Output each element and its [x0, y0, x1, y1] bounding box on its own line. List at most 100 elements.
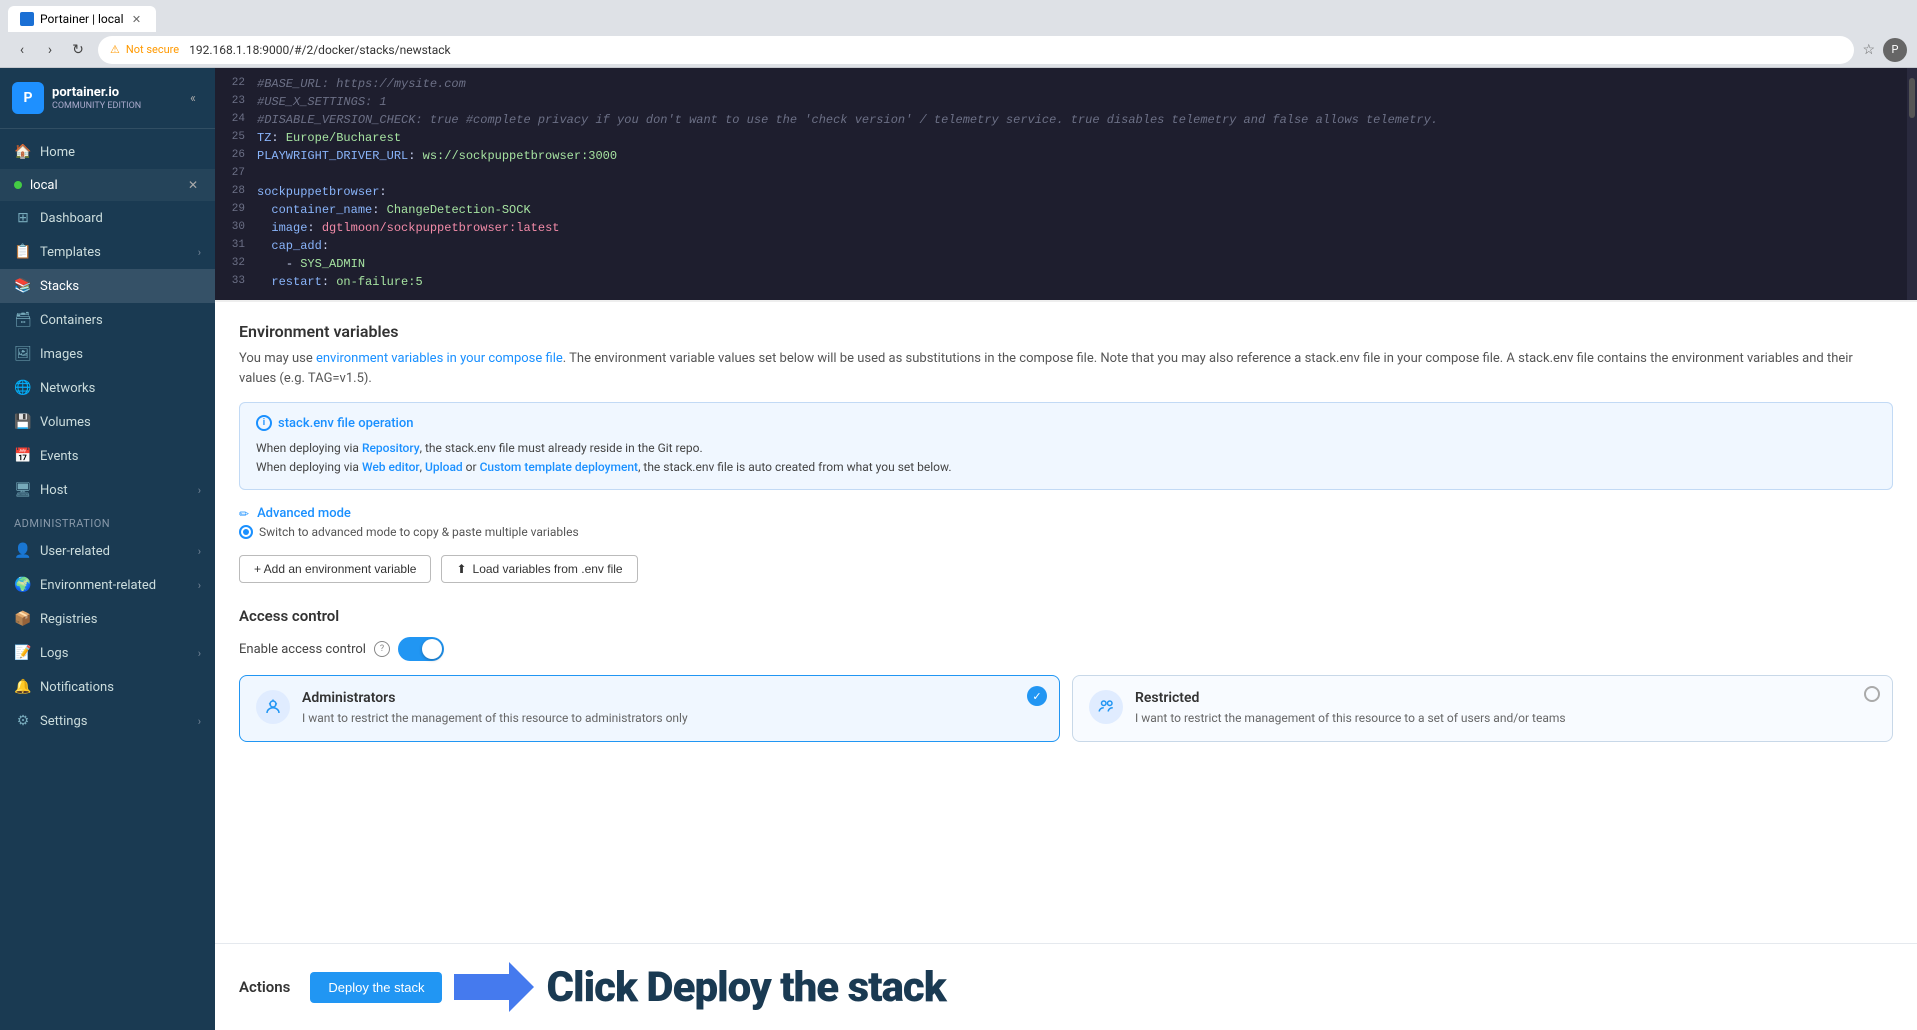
profile-icon[interactable]: P — [1883, 38, 1907, 62]
tab-close-button[interactable]: ✕ — [130, 12, 144, 26]
deploy-annotation: Deploy the stack Click Deploy the stack — [310, 962, 945, 1012]
templates-chevron-icon: › — [198, 246, 201, 259]
info-custom-template-link[interactable]: Custom template deployment — [480, 460, 639, 474]
line-number: 22 — [215, 77, 257, 89]
active-tab[interactable]: Portainer | local ✕ — [8, 6, 156, 32]
sidebar-item-events[interactable]: 📅 Events — [0, 439, 215, 473]
back-button[interactable]: ‹ — [10, 38, 34, 62]
logs-icon: 📝 — [14, 644, 32, 662]
info-line2-pre: When deploying via — [256, 460, 362, 474]
containers-icon: 🗃 — [14, 311, 32, 329]
environment-related-icon: 🌍 — [14, 576, 32, 594]
sidebar-item-label: Events — [40, 449, 78, 464]
advanced-mode-link[interactable]: Advanced mode — [257, 506, 351, 521]
volumes-icon: 💾 — [14, 413, 32, 431]
access-control-toggle[interactable] — [398, 637, 444, 661]
sidebar-item-templates[interactable]: 📋 Templates › — [0, 235, 215, 269]
info-web-editor-link[interactable]: Web editor — [362, 460, 420, 474]
sidebar-item-environment-related[interactable]: 🌍 Environment-related › — [0, 568, 215, 602]
info-upload-link[interactable]: Upload — [425, 460, 463, 474]
sidebar-item-logs[interactable]: 📝 Logs › — [0, 636, 215, 670]
sidebar-item-label: Registries — [40, 612, 98, 627]
line-number: 30 — [215, 221, 257, 233]
sidebar-item-dashboard[interactable]: ⊞ Dashboard — [0, 201, 215, 235]
line-content: #USE_X_SETTINGS: 1 — [257, 95, 1917, 109]
forward-button[interactable]: › — [38, 38, 62, 62]
sidebar-item-registries[interactable]: 📦 Registries — [0, 602, 215, 636]
sidebar-item-user-related[interactable]: 👤 User-related › — [0, 534, 215, 568]
env-desc-link[interactable]: environment variables in your compose fi… — [316, 351, 563, 366]
line-content: PLAYWRIGHT_DRIVER_URL: ws://sockpuppetbr… — [257, 149, 1917, 163]
sidebar-item-home[interactable]: 🏠 Home — [0, 135, 215, 169]
code-line-23: 23 #USE_X_SETTINGS: 1 — [215, 94, 1917, 112]
sidebar-item-label: Networks — [40, 381, 95, 396]
load-env-file-button[interactable]: ⬆ Load variables from .env file — [441, 555, 637, 583]
sidebar-item-label: Logs — [40, 646, 68, 661]
host-chevron-icon: › — [198, 484, 201, 497]
endpoint-close-button[interactable]: ✕ — [185, 177, 201, 193]
notifications-icon: 🔔 — [14, 678, 32, 696]
stackenv-info-box: i stack.env file operation When deployin… — [239, 402, 1893, 490]
events-icon: 📅 — [14, 447, 32, 465]
administrators-option[interactable]: Administrators I want to restrict the ma… — [239, 675, 1060, 742]
address-bar[interactable]: ⚠ Not secure 192.168.1.18:9000/#/2/docke… — [98, 36, 1854, 64]
stacks-icon: 📚 — [14, 277, 32, 295]
restricted-option-text: Restricted I want to restrict the manage… — [1135, 690, 1876, 727]
sidebar-item-images[interactable]: 🖼 Images — [0, 337, 215, 371]
sidebar-item-volumes[interactable]: 💾 Volumes — [0, 405, 215, 439]
settings-chevron-icon: › — [198, 715, 201, 728]
info-repository-link[interactable]: Repository — [362, 441, 420, 455]
line-number: 31 — [215, 239, 257, 251]
restricted-option-title: Restricted — [1135, 690, 1876, 706]
line-number: 33 — [215, 275, 257, 287]
settings-icon: ⚙ — [14, 712, 32, 730]
access-control-section: Access control Enable access control ? — [239, 607, 1893, 742]
arrow-annotation-icon — [454, 962, 534, 1012]
advanced-mode-row: ✏ Advanced mode — [239, 506, 1893, 521]
deploy-stack-button[interactable]: Deploy the stack — [310, 972, 442, 1003]
administrators-check-badge: ✓ — [1027, 686, 1047, 706]
sidebar-item-label: Notifications — [40, 680, 114, 695]
sidebar-collapse-button[interactable]: « — [183, 88, 203, 108]
refresh-button[interactable]: ↻ — [66, 38, 90, 62]
line-number: 23 — [215, 95, 257, 107]
sidebar-item-label: Environment-related — [40, 578, 156, 593]
logo-text: portainer.io — [52, 85, 141, 101]
images-icon: 🖼 — [14, 345, 32, 363]
toggle-knob — [422, 639, 442, 659]
sidebar-item-host[interactable]: 🖥 Host › — [0, 473, 215, 507]
code-line-26: 26 PLAYWRIGHT_DRIVER_URL: ws://sockpuppe… — [215, 148, 1917, 166]
help-icon[interactable]: ? — [374, 641, 390, 657]
line-content: restart: on-failure:5 — [257, 275, 1917, 289]
sidebar-item-networks[interactable]: 🌐 Networks — [0, 371, 215, 405]
registries-icon: 📦 — [14, 610, 32, 628]
tab-title: Portainer | local — [40, 12, 124, 26]
sidebar-item-stacks[interactable]: 📚 Stacks — [0, 269, 215, 303]
restricted-icon — [1089, 690, 1123, 724]
bookmark-icon[interactable]: ☆ — [1862, 42, 1875, 58]
administrators-option-title: Administrators — [302, 690, 1043, 706]
access-control-title: Access control — [239, 607, 1893, 625]
restricted-radio — [1864, 686, 1880, 702]
add-env-variable-button[interactable]: + Add an environment variable — [239, 555, 431, 583]
code-editor: 22 #BASE_URL: https://mysite.com 23 #USE… — [215, 68, 1917, 302]
restricted-option[interactable]: Restricted I want to restrict the manage… — [1072, 675, 1893, 742]
enable-access-control-label: Enable access control — [239, 642, 366, 657]
sidebar-item-settings[interactable]: ⚙ Settings › — [0, 704, 215, 738]
actions-section: Actions Deploy the stack Click Deploy th… — [215, 943, 1917, 1030]
access-options-grid: Administrators I want to restrict the ma… — [239, 675, 1893, 742]
code-line-30: 30 image: dgtlmoon/sockpuppetbrowser:lat… — [215, 220, 1917, 238]
line-content — [257, 167, 1917, 181]
code-line-27: 27 — [215, 166, 1917, 184]
sidebar-item-notifications[interactable]: 🔔 Notifications — [0, 670, 215, 704]
env-related-chevron-icon: › — [198, 579, 201, 592]
upload-icon: ⬆ — [456, 562, 466, 576]
administrators-option-text: Administrators I want to restrict the ma… — [302, 690, 1043, 727]
scrollbar[interactable] — [1907, 68, 1917, 300]
code-line-31: 31 cap_add: — [215, 238, 1917, 256]
sidebar-item-label: Home — [40, 145, 75, 160]
sidebar-item-label: Images — [40, 347, 83, 362]
sidebar-item-containers[interactable]: 🗃 Containers — [0, 303, 215, 337]
endpoint-bar[interactable]: local ✕ — [0, 169, 215, 201]
line-number: 26 — [215, 149, 257, 161]
